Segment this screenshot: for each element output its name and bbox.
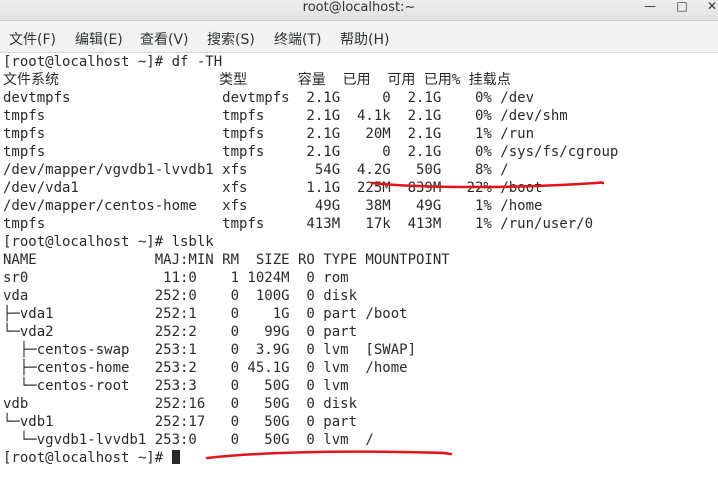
terminal-line: [root@localhost ~]# lsblk xyxy=(3,234,214,250)
title-bar[interactable]: root@localhost:~ — □ ✕ xyxy=(0,0,718,21)
maximize-button[interactable]: □ xyxy=(670,0,694,16)
menu-terminal[interactable]: 终端(T) xyxy=(274,29,321,49)
terminal-line: └─vdb1 252:17 0 50G 0 part xyxy=(3,414,358,430)
terminal-line: [root@localhost ~]# df -TH xyxy=(3,54,223,70)
terminal-line: ├─centos-home 253:2 0 45.1G 0 lvm /home xyxy=(3,360,408,376)
terminal-output[interactable]: [root@localhost ~]# df -TH 文件系统 类型 容量 已用… xyxy=(0,53,718,488)
terminal-line: 文件系统 类型 容量 已用 可用 已用% 挂载点 xyxy=(3,72,511,88)
window-title: root@localhost:~ xyxy=(302,0,416,15)
terminal-line: NAME MAJ:MIN RM SIZE RO TYPE MOUNTPOINT xyxy=(3,252,450,268)
terminal-line: └─vgvdb1-lvvdb1 253:0 0 50G 0 lvm / xyxy=(3,432,374,448)
terminal-line: ├─centos-swap 253:1 0 3.9G 0 lvm [SWAP] xyxy=(3,342,417,358)
terminal-line: ├─vda1 252:1 0 1G 0 part /boot xyxy=(3,306,408,322)
terminal-line: └─centos-root 253:3 0 50G 0 lvm xyxy=(3,378,349,394)
prompt-text: [root@localhost ~]# xyxy=(3,450,172,466)
terminal-line: tmpfs tmpfs 2.1G 4.1k 2.1G 0% /dev/shm xyxy=(3,108,568,124)
terminal-line: vdb 252:16 0 50G 0 disk xyxy=(3,396,358,412)
terminal-line: tmpfs tmpfs 413M 17k 413M 1% /run/user/0 xyxy=(3,216,594,232)
close-button[interactable]: ✕ xyxy=(700,0,718,16)
menu-edit[interactable]: 编辑(E) xyxy=(75,29,123,49)
minimize-button[interactable]: — xyxy=(638,0,662,16)
terminal-line: /dev/mapper/centos-home xfs 49G 38M 49G … xyxy=(3,198,543,214)
menu-help[interactable]: 帮助(H) xyxy=(340,29,389,49)
terminal-line: /dev/vda1 xfs 1.1G 225M 839M 22% /boot xyxy=(3,180,543,196)
terminal-line: devtmpfs devtmpfs 2.1G 0 2.1G 0% /dev xyxy=(3,90,535,106)
terminal-line: /dev/mapper/vgvdb1-lvvdb1 xfs 54G 4.2G 5… xyxy=(3,162,509,178)
menu-search[interactable]: 搜索(S) xyxy=(207,29,255,49)
terminal-line: tmpfs tmpfs 2.1G 0 2.1G 0% /sys/fs/cgrou… xyxy=(3,144,619,160)
terminal-line: tmpfs tmpfs 2.1G 20M 2.1G 1% /run xyxy=(3,126,535,142)
terminal-line: vda 252:0 0 100G 0 disk xyxy=(3,288,358,304)
menu-view[interactable]: 查看(V) xyxy=(140,29,189,49)
text-cursor xyxy=(171,450,180,464)
menu-bar: 文件(F) 编辑(E) 查看(V) 搜索(S) 终端(T) 帮助(H) xyxy=(0,21,718,53)
menu-file[interactable]: 文件(F) xyxy=(9,29,56,49)
terminal-prompt: [root@localhost ~]# xyxy=(3,449,180,467)
terminal-line: sr0 11:0 1 1024M 0 rom xyxy=(3,270,349,286)
terminal-line: └─vda2 252:2 0 99G 0 part xyxy=(3,324,358,340)
